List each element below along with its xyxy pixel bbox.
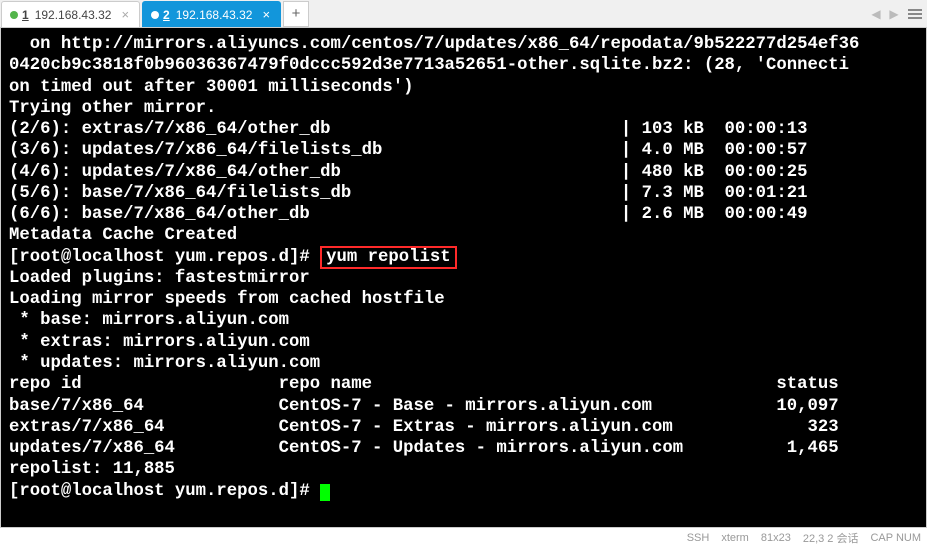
close-icon[interactable]: × (256, 7, 272, 22)
tab-label: 192.168.43.32 (35, 8, 112, 22)
output-line: repo id repo name status (9, 375, 839, 394)
status-bar: SSH xterm 81x23 22,3 2 会话 CAP NUM (0, 527, 927, 547)
output-line: extras/7/x86_64 CentOS-7 - Extras - mirr… (9, 418, 839, 437)
output-line: * updates: mirrors.aliyun.com (9, 354, 320, 373)
output-line: * base: mirrors.aliyun.com (9, 311, 289, 330)
output-line: on http://mirrors.aliyuncs.com/centos/7/… (9, 35, 859, 54)
prompt: [root@localhost yum.repos.d]# (9, 248, 320, 267)
status-size: 81x23 (761, 532, 791, 544)
output-line: (6/6): base/7/x86_64/other_db | 2.6 MB 0… (9, 205, 808, 224)
tab-number: 1 (22, 8, 29, 22)
output-line: repolist: 11,885 (9, 460, 175, 479)
tab-label: 192.168.43.32 (176, 8, 253, 22)
menu-icon[interactable] (903, 9, 927, 19)
output-line: Loaded plugins: fastestmirror (9, 269, 310, 288)
output-line: * extras: mirrors.aliyun.com (9, 333, 310, 352)
status-dot-icon (10, 11, 18, 19)
prompt: [root@localhost yum.repos.d]# (9, 482, 320, 501)
tab-number: 2 (163, 8, 170, 22)
output-line: (3/6): updates/7/x86_64/filelists_db | 4… (9, 141, 808, 160)
prev-tab-icon[interactable]: ◀ (867, 5, 885, 23)
highlighted-command: yum repolist (320, 246, 456, 269)
new-tab-button[interactable]: + (283, 1, 309, 27)
output-line: 0420cb9c3818f0b96036367479f0dccc592d3e77… (9, 56, 849, 75)
output-line: Metadata Cache Created (9, 226, 237, 245)
status-dot-icon (151, 11, 159, 19)
status-term-type: xterm (721, 532, 749, 544)
output-line: (4/6): updates/7/x86_64/other_db | 480 k… (9, 163, 808, 182)
tab-1[interactable]: 1 192.168.43.32 × (1, 1, 140, 27)
terminal-output[interactable]: on http://mirrors.aliyuncs.com/centos/7/… (0, 28, 927, 527)
output-line: (5/6): base/7/x86_64/filelists_db | 7.3 … (9, 184, 808, 203)
tab-2[interactable]: 2 192.168.43.32 × (142, 1, 281, 27)
output-line: updates/7/x86_64 CentOS-7 - Updates - mi… (9, 439, 839, 458)
status-caps: CAP NUM (870, 532, 921, 544)
cursor-icon (320, 484, 330, 501)
next-tab-icon[interactable]: ▶ (885, 5, 903, 23)
status-ssh: SSH (687, 532, 710, 544)
output-line: Trying other mirror. (9, 99, 216, 118)
close-icon[interactable]: × (115, 7, 131, 22)
status-other: 22,3 2 会话 (803, 530, 859, 546)
output-line: Loading mirror speeds from cached hostfi… (9, 290, 445, 309)
tab-bar: 1 192.168.43.32 × 2 192.168.43.32 × + ◀ … (0, 0, 927, 28)
output-line: on timed out after 30001 milliseconds') (9, 78, 413, 97)
output-line: base/7/x86_64 CentOS-7 - Base - mirrors.… (9, 397, 839, 416)
output-line: (2/6): extras/7/x86_64/other_db | 103 kB… (9, 120, 808, 139)
